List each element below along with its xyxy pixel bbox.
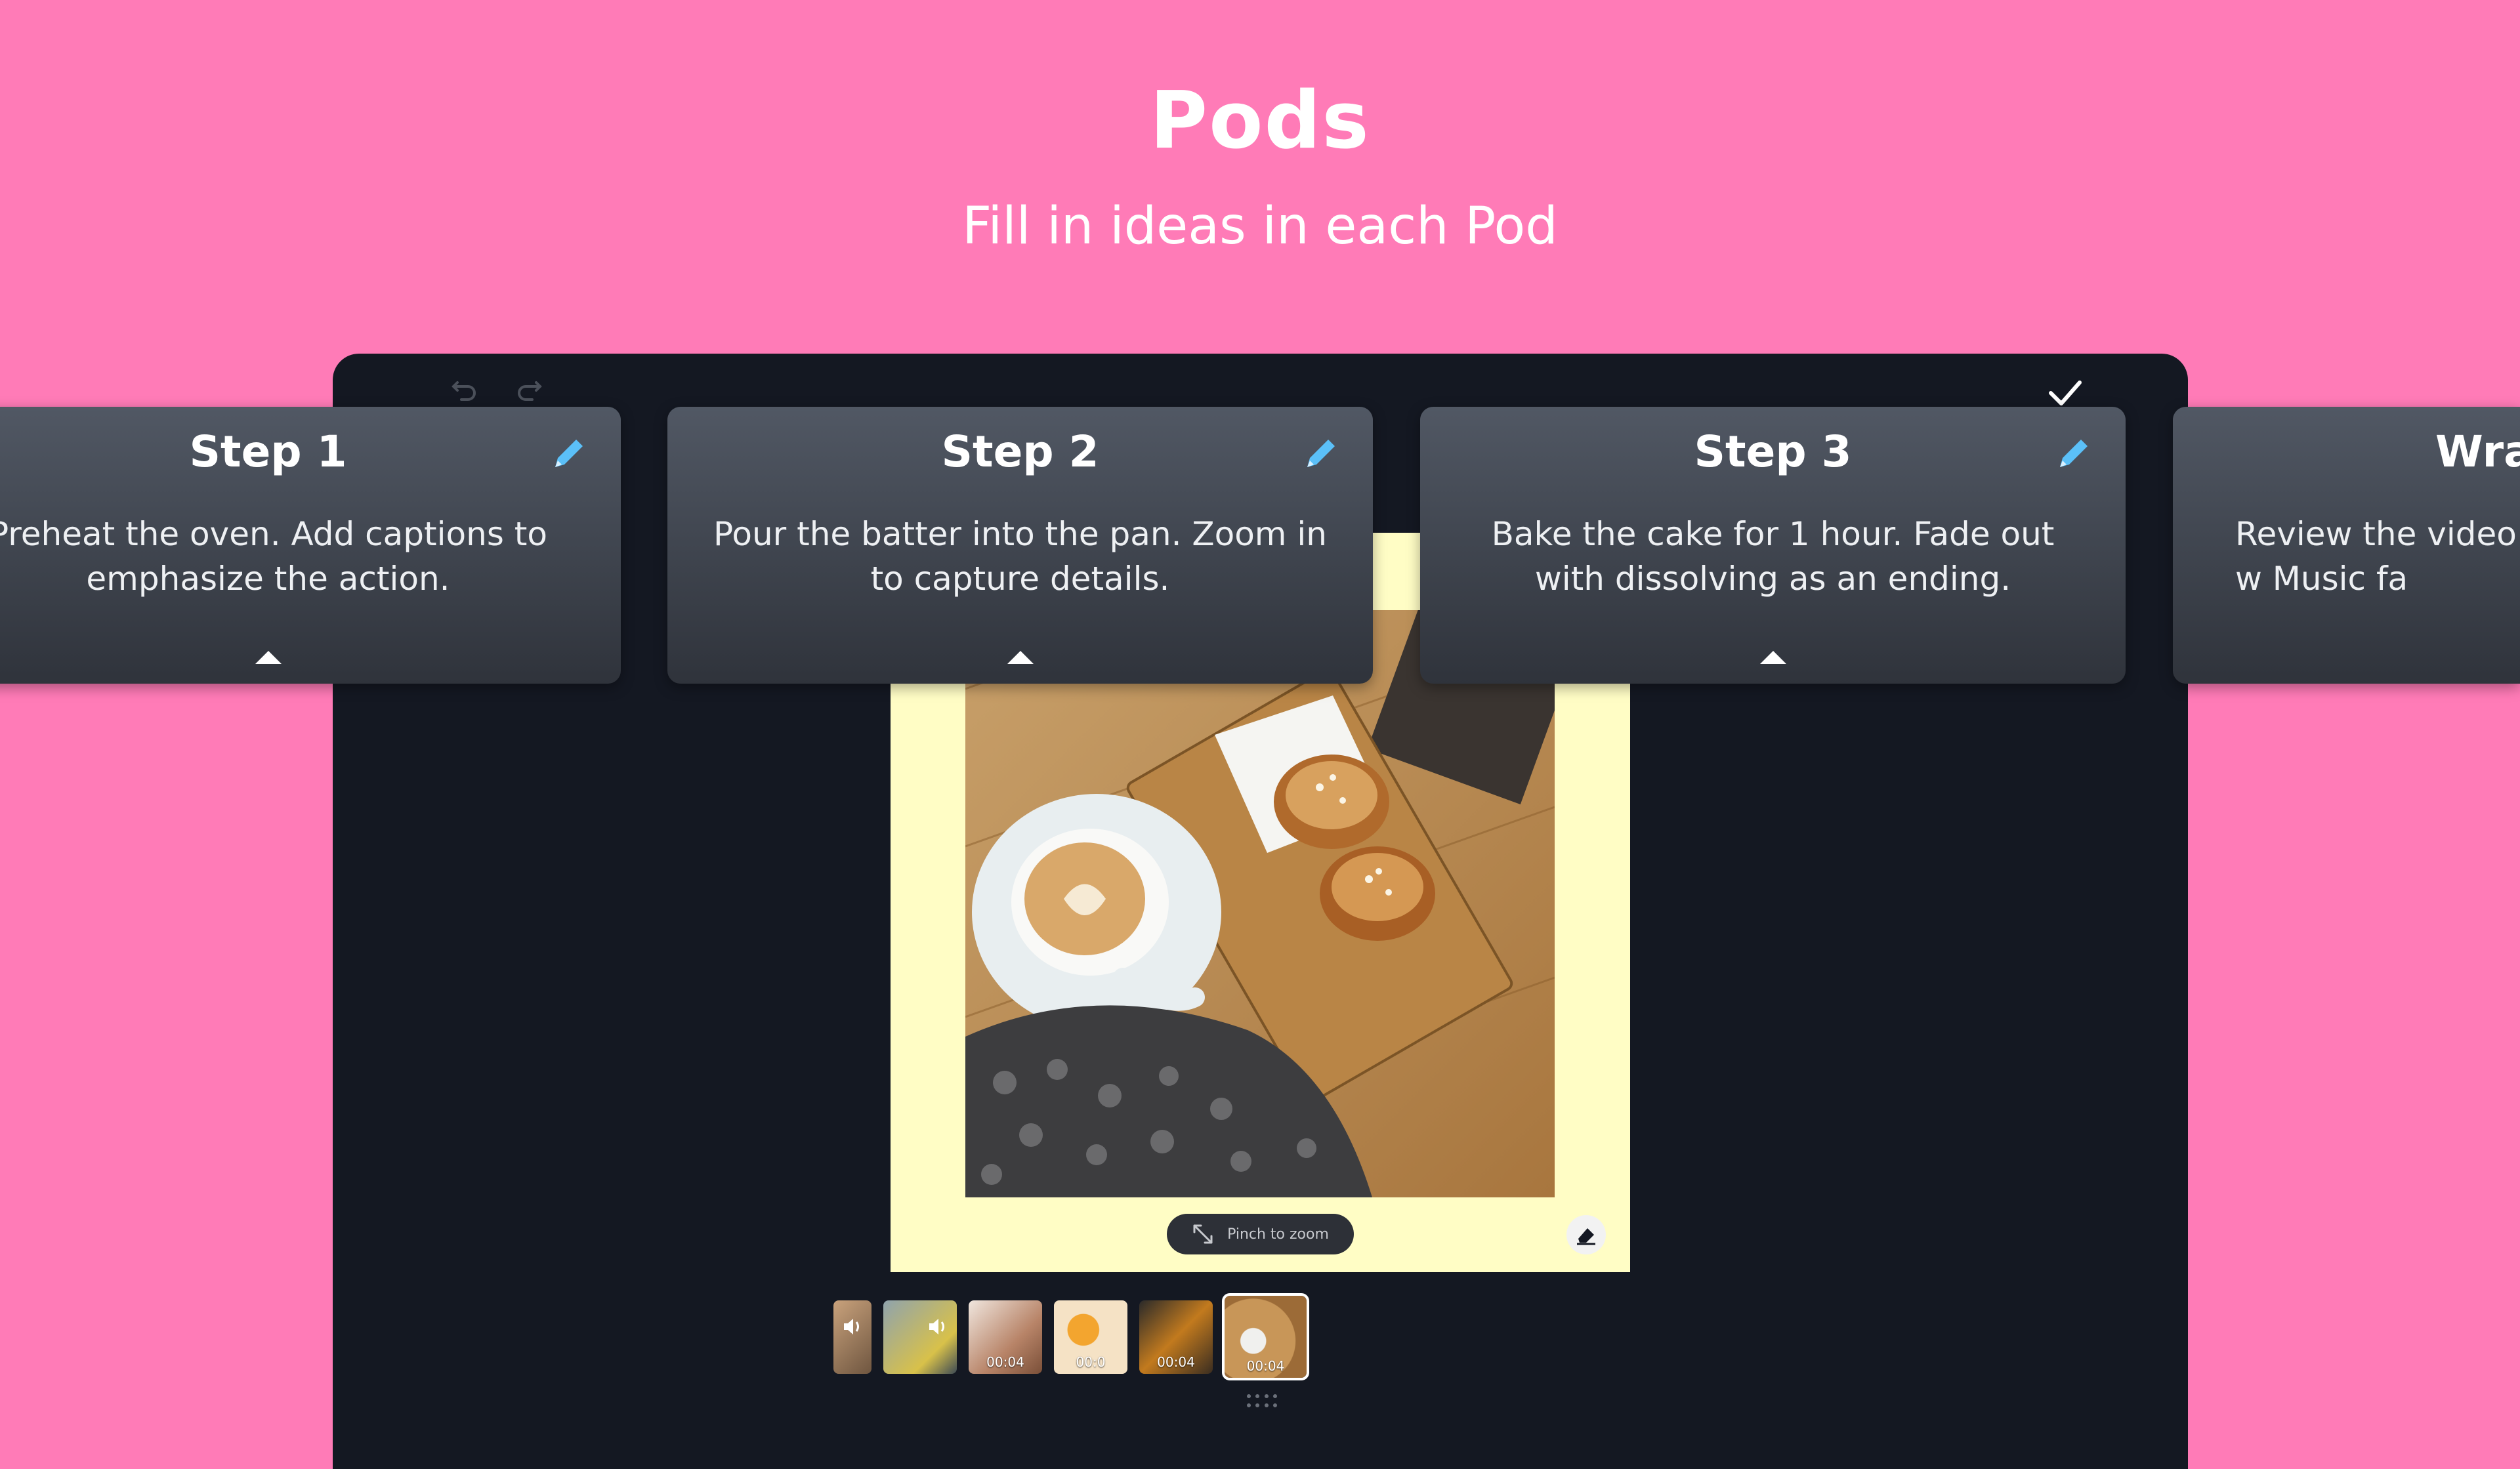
clip-thumbnail[interactable]: 00:04	[969, 1300, 1042, 1374]
pod-card-wrap-up[interactable]: Wra Review the video w Music fa	[2173, 407, 2520, 684]
pod-description: Preheat the oven. Add captions to emphas…	[0, 515, 547, 598]
pod-card-step-2[interactable]: Step 2 Pour the batter into the pan. Zoo…	[667, 407, 1373, 684]
clip-timeline[interactable]: 00:04 00:0 00:04 00:04	[833, 1293, 1309, 1380]
page-headline: Pods	[1150, 75, 1370, 167]
pencil-icon[interactable]	[2053, 434, 2093, 474]
clip-thumbnail[interactable]	[883, 1300, 957, 1374]
page-subheadline: Fill in ideas in each Pod	[962, 197, 1558, 256]
pod-description: Pour the batter into the pan. Zoom in to…	[713, 515, 1327, 598]
collapse-caret-icon[interactable]	[1007, 651, 1034, 664]
pencil-icon[interactable]	[549, 434, 588, 474]
preview-photo	[965, 610, 1555, 1197]
speaker-icon	[844, 1318, 859, 1335]
pod-title: Step 2	[941, 426, 1099, 477]
expand-arrows-icon	[1193, 1224, 1213, 1244]
clip-duration: 00:04	[986, 1354, 1024, 1370]
clip-duration: 00:0	[1076, 1354, 1106, 1370]
pinch-label: Pinch to zoom	[1227, 1226, 1329, 1243]
clip-duration: 00:04	[1246, 1358, 1285, 1374]
clip-thumbnail[interactable]: 00:0	[1054, 1300, 1127, 1374]
pod-description: Bake the cake for 1 hour. Fade out with …	[1491, 515, 2055, 598]
pod-card-step-3[interactable]: Step 3 Bake the cake for 1 hour. Fade ou…	[1420, 407, 2126, 684]
pod-title: Step 3	[1694, 426, 1852, 477]
clip-thumbnail[interactable]	[833, 1300, 872, 1374]
pod-description-line: Review the video w Music fa	[2235, 515, 2517, 598]
speaker-icon	[929, 1318, 944, 1335]
pinch-to-zoom-hint: Pinch to zoom	[1167, 1214, 1354, 1254]
collapse-caret-icon[interactable]	[255, 651, 282, 664]
drag-handle-icon[interactable]	[1242, 1391, 1282, 1411]
eraser-icon[interactable]	[1566, 1215, 1606, 1254]
collapse-caret-icon[interactable]	[1759, 651, 1786, 664]
clip-thumbnail-selected[interactable]: 00:04	[1222, 1293, 1309, 1380]
pod-card-step-1[interactable]: Step 1 Preheat the oven. Add captions to…	[0, 407, 621, 684]
pod-title: Step 1	[189, 426, 347, 477]
pod-description: Review the video w Music fa	[2235, 512, 2520, 601]
clip-duration: 00:04	[1157, 1354, 1195, 1370]
clip-thumbnail[interactable]: 00:04	[1139, 1300, 1213, 1374]
pod-title: Wra	[2435, 426, 2520, 477]
pencil-icon[interactable]	[1301, 434, 1340, 474]
